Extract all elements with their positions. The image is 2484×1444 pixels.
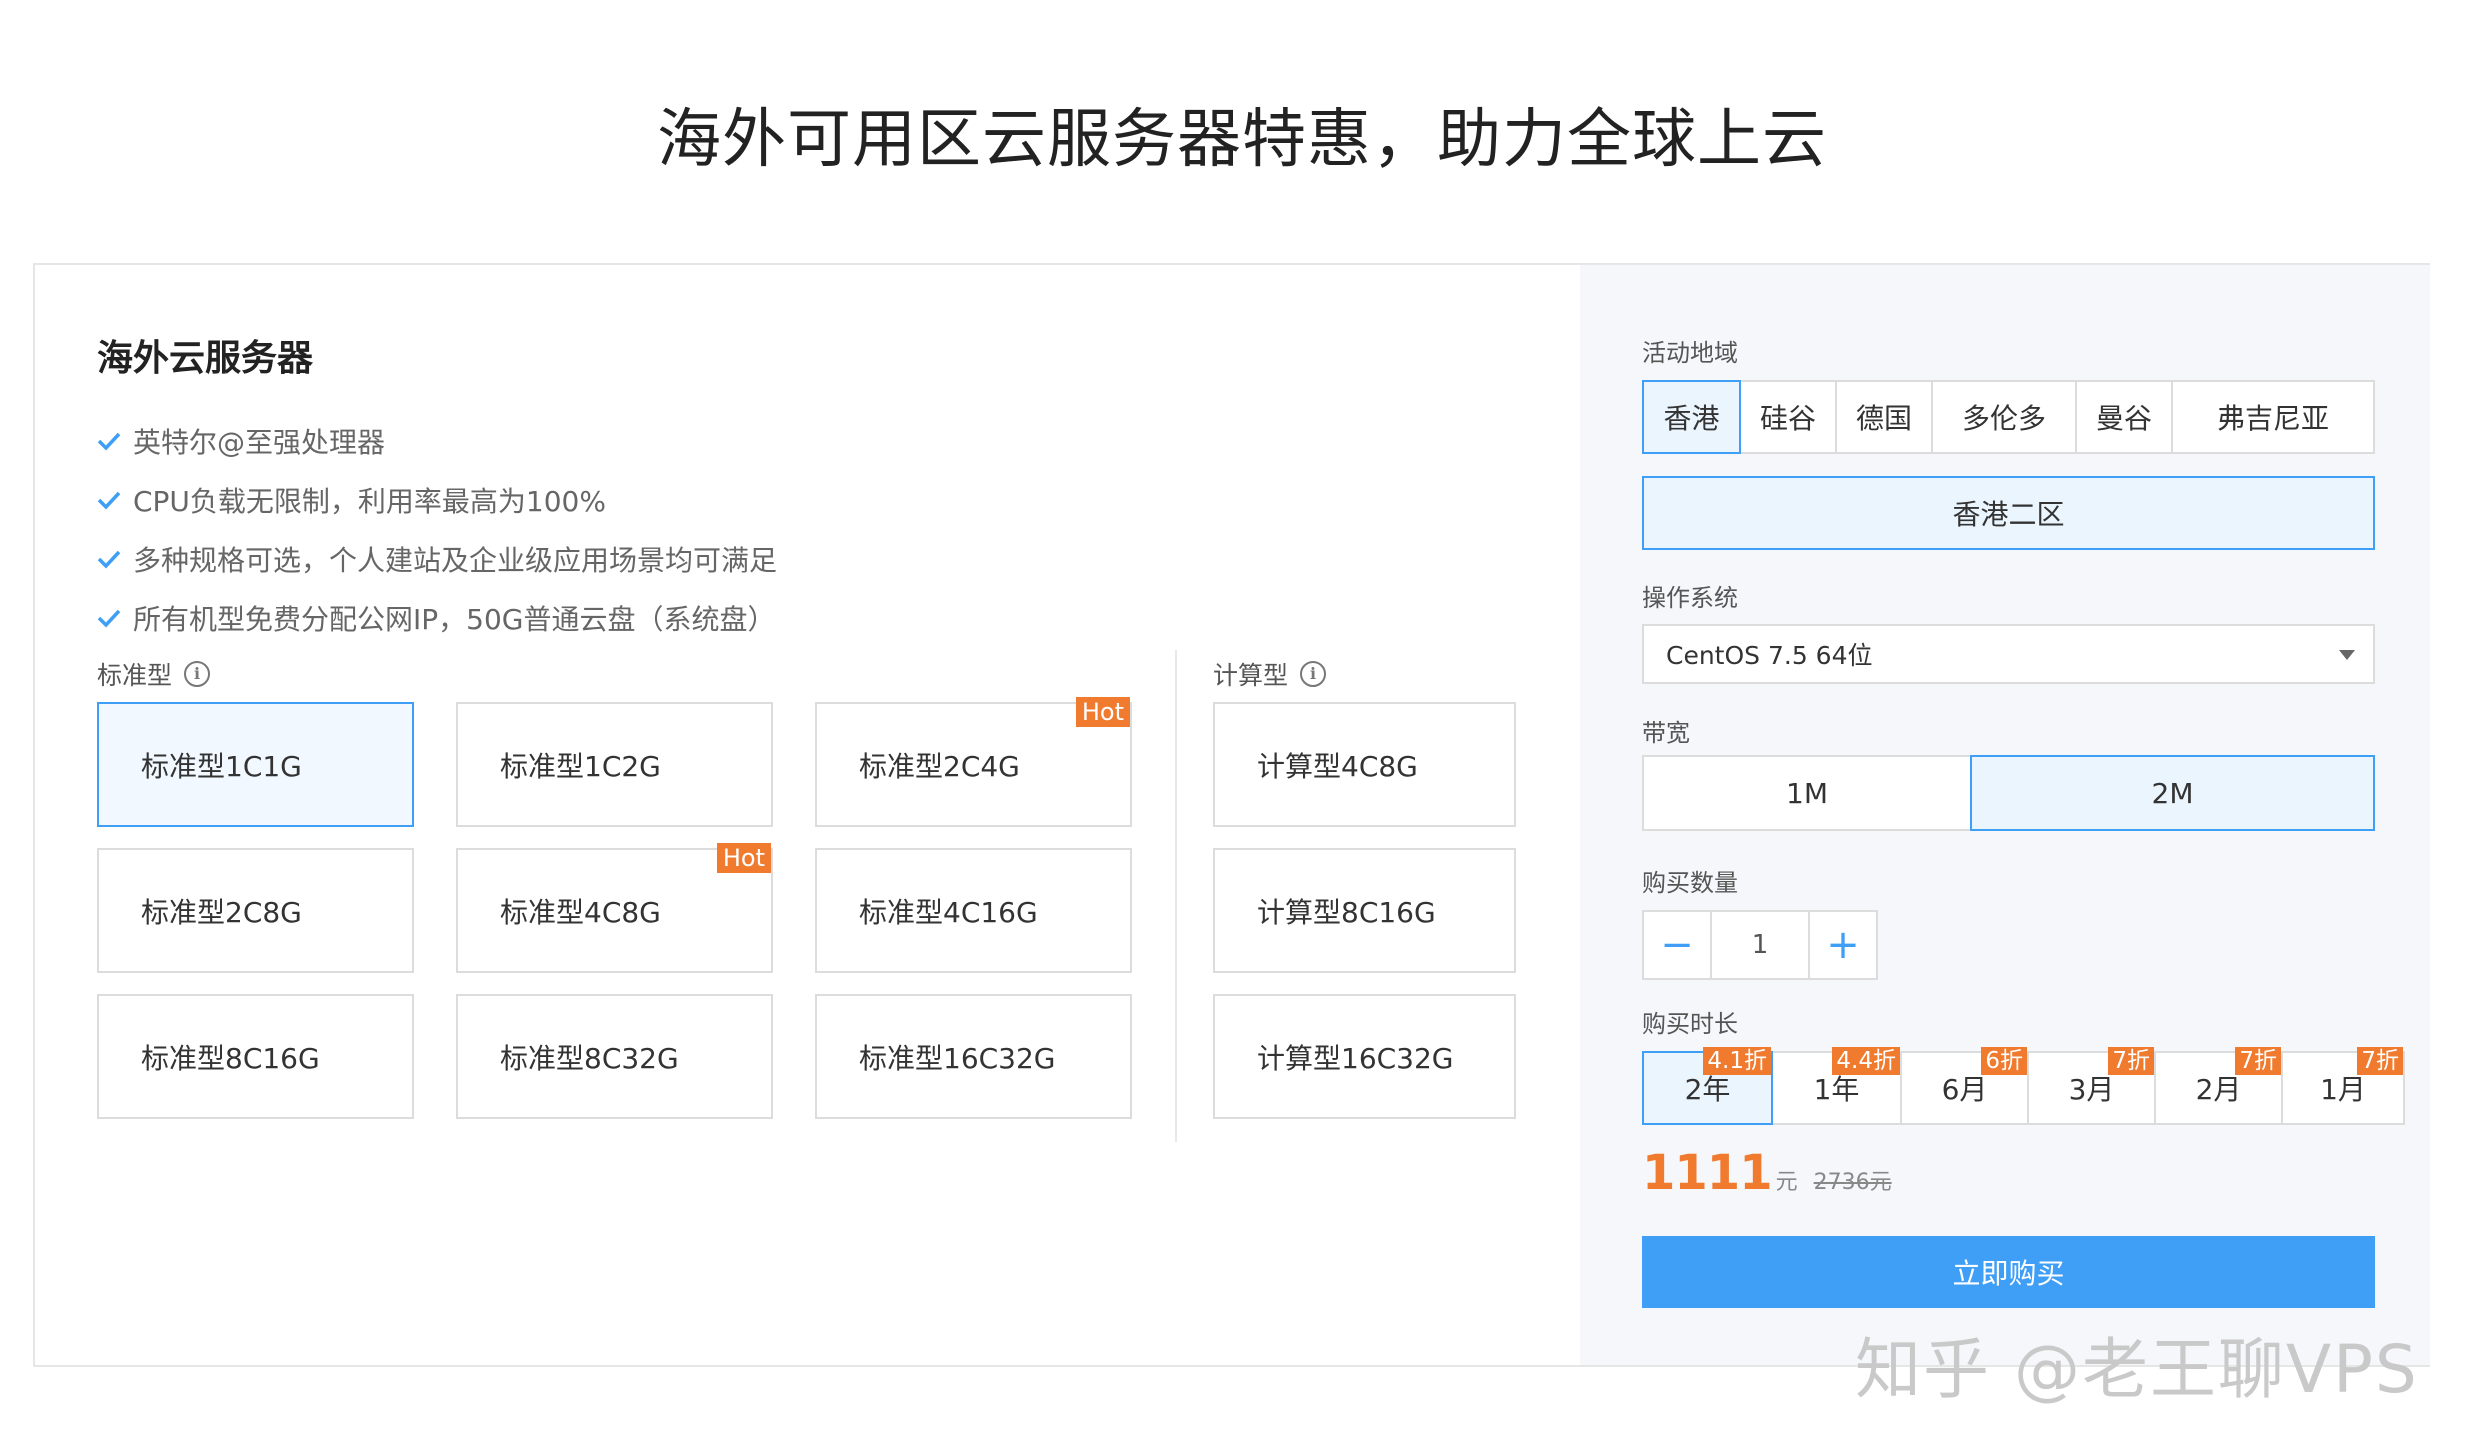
quantity-stepper: − 1 + (1642, 910, 1878, 980)
bandwidth-2m[interactable]: 2M (1970, 755, 2375, 831)
plan-standard-1c2g[interactable]: 标准型1C2G (456, 702, 773, 827)
discount-badge: 7折 (2235, 1047, 2281, 1075)
plan-standard-8c32g[interactable]: 标准型8C32G (456, 994, 773, 1119)
quantity-input[interactable]: 1 (1710, 910, 1810, 980)
compute-group-label: 计算型 i (1213, 656, 1327, 692)
duration-2y[interactable]: 2年 4.1折 (1642, 1047, 1773, 1125)
check-icon (97, 549, 133, 569)
plan-label: 标准型8C16G (141, 1041, 320, 1075)
plan-label: 标准型4C16G (859, 895, 1038, 929)
plan-standard-16c32g[interactable]: 标准型16C32G (815, 994, 1132, 1119)
plan-label: 标准型1C1G (141, 749, 302, 783)
buy-now-button[interactable]: 立即购买 (1642, 1236, 2375, 1308)
feature-item: 所有机型免费分配公网IP，50G普通云盘（系统盘） (97, 588, 777, 647)
info-icon[interactable]: i (1300, 661, 1327, 687)
duration-1m[interactable]: 1月 7折 (2281, 1047, 2405, 1125)
card-title: 海外云服务器 (97, 338, 314, 379)
order-panel: 活动地域 香港 硅谷 德国 多伦多 曼谷 弗吉尼亚 香港二区 操作系统 Cent… (1580, 265, 2430, 1365)
region-hongkong[interactable]: 香港 (1642, 380, 1741, 454)
plan-compute-8c16g[interactable]: 计算型8C16G (1213, 848, 1516, 973)
group-divider (1175, 650, 1177, 1142)
duration-3m[interactable]: 3月 7折 (2027, 1047, 2156, 1125)
chevron-down-icon (2339, 650, 2355, 660)
standard-label-text: 标准型 (97, 661, 173, 690)
os-value: CentOS 7.5 64位 (1666, 641, 1873, 670)
discount-badge: 4.4折 (1832, 1047, 1900, 1075)
plan-standard-2c8g[interactable]: 标准型2C8G (97, 848, 414, 973)
current-price: 1111 (1642, 1145, 1773, 1201)
region-siliconvalley[interactable]: 硅谷 (1739, 380, 1837, 454)
plan-label: 标准型1C2G (500, 749, 661, 783)
check-icon (97, 608, 133, 628)
price-unit: 元 (1775, 1170, 1798, 1195)
plan-standard-2c4g[interactable]: 标准型2C4G Hot (815, 697, 1132, 827)
plan-label: 标准型2C4G (859, 749, 1020, 783)
plan-standard-1c1g[interactable]: 标准型1C1G (97, 702, 414, 827)
bandwidth-label: 带宽 (1642, 719, 1690, 747)
plan-label: 标准型2C8G (141, 895, 302, 929)
check-icon (97, 431, 133, 451)
plus-icon[interactable]: + (1808, 910, 1878, 980)
plan-compute-4c8g[interactable]: 计算型4C8G (1213, 702, 1516, 827)
duration-6m[interactable]: 6月 6折 (1900, 1047, 2029, 1125)
discount-badge: 4.1折 (1703, 1047, 1771, 1075)
duration-selector: 2年 4.1折 1年 4.4折 6月 6折 3月 7折 2月 7折 1月 7折 (1642, 1047, 2405, 1125)
plan-standard-4c16g[interactable]: 标准型4C16G (815, 848, 1132, 973)
check-icon (97, 490, 133, 510)
discount-badge: 7折 (2357, 1047, 2403, 1075)
hot-badge: Hot (716, 843, 771, 873)
plan-label: 计算型8C16G (1257, 895, 1436, 929)
feature-item: 英特尔@至强处理器 (97, 411, 777, 470)
duration-label: 购买时长 (1642, 1010, 1738, 1038)
original-price: 2736元 (1813, 1170, 1892, 1195)
standard-group-label: 标准型 i (97, 656, 211, 692)
plan-standard-4c8g[interactable]: 标准型4C8G Hot (456, 843, 773, 973)
zone-option[interactable]: 香港二区 (1642, 476, 2375, 550)
minus-icon[interactable]: − (1642, 910, 1712, 980)
discount-badge: 7折 (2108, 1047, 2154, 1075)
feature-list: 英特尔@至强处理器 CPU负载无限制，利用率最高为100% 多种规格可选，个人建… (97, 411, 777, 647)
feature-text: CPU负载无限制，利用率最高为100% (133, 484, 606, 518)
plan-label: 标准型4C8G (500, 895, 661, 929)
feature-item: 多种规格可选，个人建站及企业级应用场景均可满足 (97, 529, 777, 588)
os-select[interactable]: CentOS 7.5 64位 (1642, 624, 2375, 684)
page-title: 海外可用区云服务器特惠，助力全球上云 (657, 103, 1827, 177)
duration-2m[interactable]: 2月 7折 (2154, 1047, 2283, 1125)
region-selector: 香港 硅谷 德国 多伦多 曼谷 弗吉尼亚 (1642, 380, 2375, 454)
region-label: 活动地域 (1642, 339, 1738, 367)
region-virginia[interactable]: 弗吉尼亚 (2171, 380, 2375, 454)
feature-item: CPU负载无限制，利用率最高为100% (97, 470, 777, 529)
discount-badge: 6折 (1981, 1047, 2027, 1075)
plan-label: 计算型16C32G (1257, 1041, 1454, 1075)
bandwidth-selector: 1M 2M (1642, 755, 2375, 831)
feature-text: 英特尔@至强处理器 (133, 425, 386, 459)
region-bangkok[interactable]: 曼谷 (2075, 380, 2173, 454)
feature-text: 所有机型免费分配公网IP，50G普通云盘（系统盘） (133, 602, 776, 636)
hot-badge: Hot (1075, 697, 1130, 727)
product-panel: 海外云服务器 英特尔@至强处理器 CPU负载无限制，利用率最高为100% 多种规… (35, 265, 1580, 1365)
duration-1y[interactable]: 1年 4.4折 (1771, 1047, 1902, 1125)
plan-label: 标准型16C32G (859, 1041, 1056, 1075)
plan-label: 计算型4C8G (1257, 749, 1418, 783)
price-display: 1111 元 2736元 (1642, 1145, 1892, 1201)
bandwidth-1m[interactable]: 1M (1642, 755, 1972, 831)
feature-text: 多种规格可选，个人建站及企业级应用场景均可满足 (133, 543, 778, 577)
promo-card: 海外云服务器 英特尔@至强处理器 CPU负载无限制，利用率最高为100% 多种规… (33, 263, 2430, 1367)
info-icon[interactable]: i (184, 661, 211, 687)
plan-standard-8c16g[interactable]: 标准型8C16G (97, 994, 414, 1119)
compute-label-text: 计算型 (1213, 661, 1289, 690)
region-germany[interactable]: 德国 (1835, 380, 1933, 454)
watermark: 知乎 @老王聊VPS (1855, 1331, 2419, 1408)
region-toronto[interactable]: 多伦多 (1931, 380, 2077, 454)
plan-label: 标准型8C32G (500, 1041, 679, 1075)
os-label: 操作系统 (1642, 584, 1738, 612)
quantity-label: 购买数量 (1642, 869, 1738, 897)
plan-compute-16c32g[interactable]: 计算型16C32G (1213, 994, 1516, 1119)
